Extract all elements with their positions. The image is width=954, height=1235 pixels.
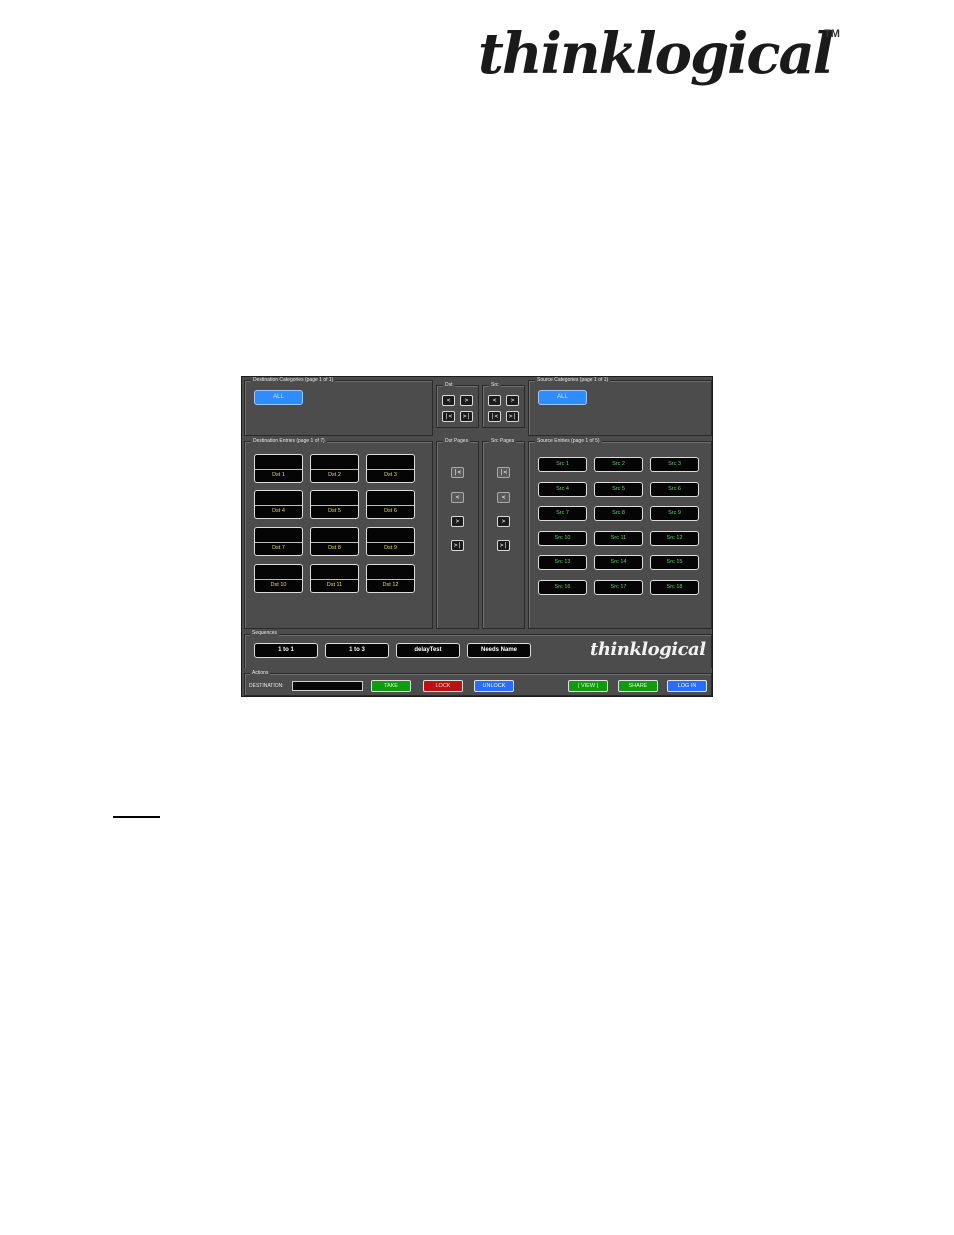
dst-category-first-button[interactable]: |< — [442, 411, 455, 422]
dst-entry-label: Dst 3 — [367, 469, 414, 482]
src-category-last-button[interactable]: >| — [506, 411, 519, 422]
dst-entry-button[interactable]: Dst 4 — [254, 490, 303, 519]
source-entries-panel: Source Entries (page 1 of 5) Src 1 Src 2… — [528, 438, 712, 629]
lock-button[interactable]: LOCK — [423, 680, 463, 692]
dst-nav-title: Dst — [443, 382, 455, 389]
dst-entry-button[interactable]: Dst 12 — [366, 564, 415, 593]
dst-pages-panel: Dst Pages |< < > >| — [436, 438, 479, 629]
src-entry-button[interactable]: Src 14 — [594, 555, 643, 570]
dst-category-next-button[interactable]: > — [460, 395, 473, 406]
destination-label: DESTINATION: — [249, 683, 284, 689]
src-entry-button[interactable]: Src 2 — [594, 457, 643, 472]
trademark-mark: TM — [824, 28, 840, 40]
dst-page-last-button[interactable]: >| — [451, 540, 464, 551]
switch-control-window: Destination Categories (page 1 of 1) ALL… — [241, 376, 713, 697]
source-categories-panel: Source Categories (page 1 of 1) ALL — [528, 377, 712, 436]
dst-page-first-button[interactable]: |< — [451, 467, 464, 478]
dst-page-prev-button[interactable]: < — [451, 492, 464, 503]
view-button[interactable]: ( VIEW ) — [568, 680, 608, 692]
src-entry-button[interactable]: Src 1 — [538, 457, 587, 472]
underlined-blank — [113, 816, 160, 818]
src-category-first-button[interactable]: |< — [488, 411, 501, 422]
src-page-next-button[interactable]: > — [497, 516, 510, 527]
source-category-all-button[interactable]: ALL — [538, 390, 587, 405]
src-entry-button[interactable]: Src 9 — [650, 506, 699, 521]
src-category-prev-button[interactable]: < — [488, 395, 501, 406]
src-entry-button[interactable]: Src 5 — [594, 482, 643, 497]
dst-entry-label: Dst 11 — [311, 579, 358, 592]
src-category-nav-panel: Src < > |< >| — [482, 382, 525, 428]
dst-entry-label: Dst 1 — [255, 469, 302, 482]
src-page-last-button[interactable]: >| — [497, 540, 510, 551]
src-category-next-button[interactable]: > — [506, 395, 519, 406]
dst-entry-button[interactable]: Dst 5 — [310, 490, 359, 519]
dst-entry-button[interactable]: Dst 7 — [254, 527, 303, 556]
dst-entry-label: Dst 7 — [255, 542, 302, 555]
src-entry-button[interactable]: Src 13 — [538, 555, 587, 570]
dst-entry-label: Dst 5 — [311, 505, 358, 518]
dst-category-prev-button[interactable]: < — [442, 395, 455, 406]
sequence-button[interactable]: 1 to 1 — [254, 643, 318, 658]
take-button[interactable]: TAKE — [371, 680, 411, 692]
unlock-button[interactable]: UNLOCK — [474, 680, 514, 692]
dst-entry-label: Dst 9 — [367, 542, 414, 555]
src-entry-button[interactable]: Src 11 — [594, 531, 643, 546]
dst-entry-label: Dst 12 — [367, 579, 414, 592]
dst-entry-button[interactable]: Dst 2 — [310, 454, 359, 483]
src-nav-title: Src — [489, 382, 501, 389]
dst-pages-title: Dst Pages — [443, 438, 471, 445]
src-page-first-button[interactable]: |< — [497, 467, 510, 478]
src-entry-button[interactable]: Src 10 — [538, 531, 587, 546]
source-categories-title: Source Categories (page 1 of 1) — [535, 377, 611, 384]
dst-category-last-button[interactable]: >| — [460, 411, 473, 422]
sequence-button[interactable]: Needs Name — [467, 643, 531, 658]
sequences-title: Sequences — [250, 630, 280, 637]
destination-categories-title: Destination Categories (page 1 of 1) — [251, 377, 336, 384]
dst-entry-button[interactable]: Dst 6 — [366, 490, 415, 519]
src-entry-button[interactable]: Src 3 — [650, 457, 699, 472]
src-entry-button[interactable]: Src 12 — [650, 531, 699, 546]
src-pages-panel: Src Pages |< < > >| — [482, 438, 525, 629]
dst-entry-button[interactable]: Dst 1 — [254, 454, 303, 483]
src-entry-button[interactable]: Src 7 — [538, 506, 587, 521]
src-entry-button[interactable]: Src 15 — [650, 555, 699, 570]
thinklogical-logo: thinklogical TM — [478, 21, 840, 92]
dst-entry-label: Dst 8 — [311, 542, 358, 555]
destination-entries-title: Destination Entries (page 1 of 7) — [251, 438, 327, 445]
destination-field[interactable] — [292, 681, 363, 691]
src-entry-button[interactable]: Src 4 — [538, 482, 587, 497]
dst-entry-label: Dst 6 — [367, 505, 414, 518]
dst-category-nav-panel: Dst < > |< >| — [436, 382, 479, 428]
dst-entry-label: Dst 10 — [255, 579, 302, 592]
dst-entry-label: Dst 2 — [311, 469, 358, 482]
source-entries-title: Source Entries (page 1 of 5) — [535, 438, 602, 445]
src-entry-button[interactable]: Src 17 — [594, 580, 643, 595]
src-entry-button[interactable]: Src 6 — [650, 482, 699, 497]
destination-categories-panel: Destination Categories (page 1 of 1) ALL — [244, 377, 433, 436]
dst-entry-label: Dst 4 — [255, 505, 302, 518]
dst-entry-button[interactable]: Dst 3 — [366, 454, 415, 483]
dst-entry-button[interactable]: Dst 9 — [366, 527, 415, 556]
dst-page-next-button[interactable]: > — [451, 516, 464, 527]
destination-entries-panel: Destination Entries (page 1 of 7) Dst 1 … — [244, 438, 433, 629]
app-brand-logo: thinklogical — [590, 639, 706, 660]
src-page-prev-button[interactable]: < — [497, 492, 510, 503]
sequence-button[interactable]: 1 to 3 — [325, 643, 389, 658]
destination-category-all-button[interactable]: ALL — [254, 390, 303, 405]
actions-title: Actions — [250, 670, 271, 677]
sequence-button[interactable]: delayTest — [396, 643, 460, 658]
logo-wordmark: thinklogical — [478, 21, 834, 87]
src-entry-button[interactable]: Src 8 — [594, 506, 643, 521]
dst-entry-button[interactable]: Dst 8 — [310, 527, 359, 556]
share-button[interactable]: SHARE — [618, 680, 658, 692]
src-entry-button[interactable]: Src 18 — [650, 580, 699, 595]
dst-entry-button[interactable]: Dst 10 — [254, 564, 303, 593]
src-pages-title: Src Pages — [489, 438, 517, 445]
login-button[interactable]: LOG IN — [667, 680, 707, 692]
src-entry-button[interactable]: Src 16 — [538, 580, 587, 595]
dst-entry-button[interactable]: Dst 11 — [310, 564, 359, 593]
app-brand-trademark: TM — [700, 645, 705, 649]
